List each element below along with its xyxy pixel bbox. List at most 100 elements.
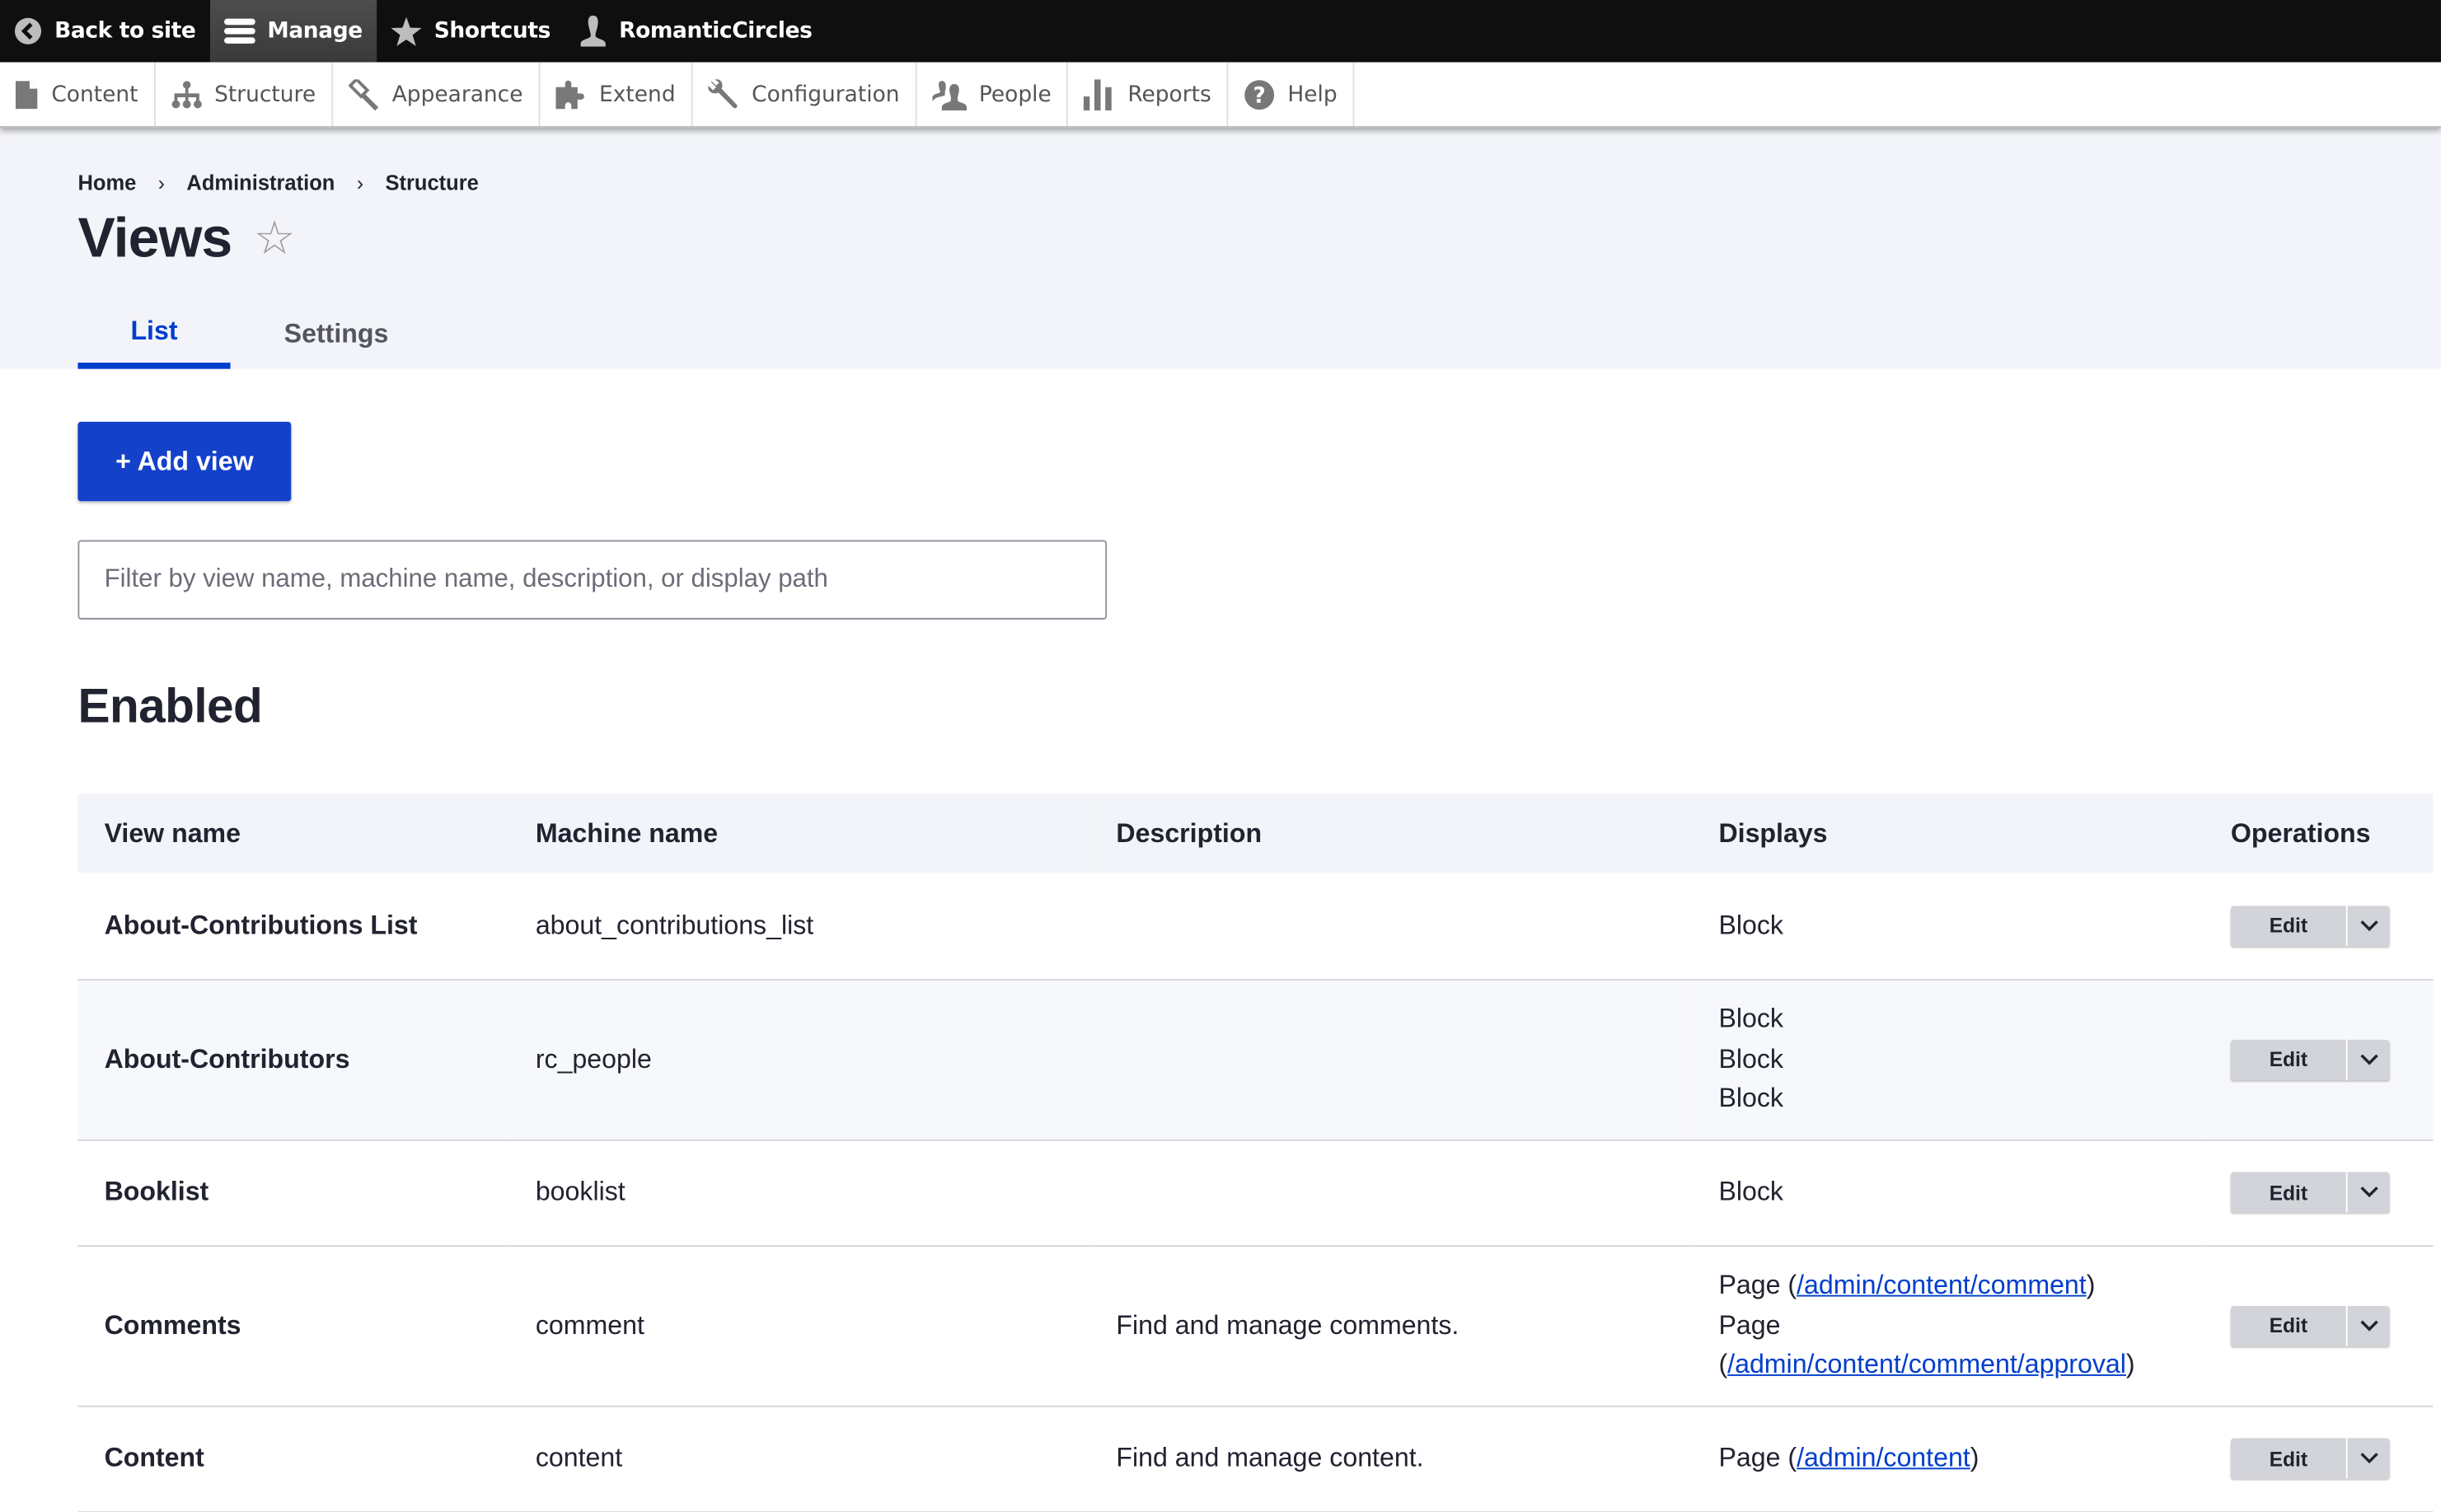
view-name: About-Contributors [77,979,509,1140]
machine-name: booklist [508,1139,1090,1247]
operations: Edit [2204,1139,2434,1247]
edit-button[interactable]: Edit [2231,1173,2348,1214]
local-tabs: List Settings [77,299,442,369]
tray-item-label: Appearance [391,82,523,107]
table-row: About-Contributors rc_people Block Block… [77,979,2434,1140]
tray-item-content[interactable]: Content [0,62,156,127]
chevron-down-icon [2359,1453,2378,1464]
display-type: Page [1718,1270,1781,1300]
page: Back to site Manage Shortcuts RomanticCi… [0,0,2441,1512]
sitemap-icon [171,80,202,108]
chevron-down-icon [2359,920,2378,932]
breadcrumb-separator: › [157,171,165,195]
tray-item-help[interactable]: ? Help [1229,62,1355,127]
chevron-down-icon [2359,1187,2378,1198]
table-row: Content content Find and manage content.… [77,1405,2434,1512]
description [1089,873,1693,981]
breadcrumb: Home › Administration › Structure [77,171,478,194]
operations-dropbutton: Edit [2230,906,2390,947]
operations-toggle[interactable] [2348,906,2390,947]
manage-label: Manage [267,18,363,44]
view-name: Comments [77,1245,509,1407]
machine-name: content [508,1405,1090,1512]
views-table: View name Machine name Description Displ… [77,793,2434,1512]
operations-dropbutton: Edit [2230,1439,2390,1480]
tray-item-configuration[interactable]: Configuration [692,62,917,127]
tab-settings[interactable]: Settings [231,299,443,369]
display-item: Block [1718,1004,1783,1034]
display-path-link[interactable]: /admin/content [1797,1444,1970,1473]
edit-button[interactable]: Edit [2231,906,2348,947]
help-circle-icon: ? [1244,79,1275,110]
view-name: About-Contributions List [77,873,509,981]
edit-button[interactable]: Edit [2231,1305,2348,1346]
back-to-site-label: Back to site [54,18,196,44]
tray-item-extend[interactable]: Extend [540,62,693,127]
description: Find and manage comments. [1089,1245,1693,1407]
puzzle-icon [555,79,584,109]
back-circle-icon [14,17,42,44]
column-header-machine-name: Machine name [508,793,1090,873]
breadcrumb-administration[interactable]: Administration [186,171,335,194]
operations-toggle[interactable] [2348,1040,2390,1080]
tray-item-reports[interactable]: Reports [1069,62,1229,127]
operations: Edit [2204,1245,2434,1407]
machine-name: about_contributions_list [508,873,1090,981]
tray-item-label: Structure [214,82,316,107]
user-tab[interactable]: RomanticCircles [565,0,827,63]
chevron-down-icon [2359,1320,2378,1332]
operations: Edit [2204,1405,2434,1512]
displays: Block [1692,873,2204,981]
operations-toggle[interactable] [2348,1173,2390,1213]
shortcuts-label: Shortcuts [433,18,551,44]
svg-text:?: ? [1253,82,1266,108]
display-item: Page (/admin/content) [1718,1443,1980,1473]
table-row: Comments comment Find and manage comment… [77,1245,2434,1407]
add-view-button[interactable]: + Add view [77,421,292,502]
display-item: Page (/admin/content/comment) [1718,1270,2096,1300]
display-path-link[interactable]: /admin/content/comment [1797,1271,2087,1300]
breadcrumb-structure[interactable]: Structure [385,171,478,194]
tray-item-appearance[interactable]: Appearance [333,62,541,127]
column-header-displays: Displays [1692,793,2204,873]
display-item: Block [1718,910,1783,940]
displays: Block Block Block [1692,979,2204,1140]
shortcuts-tab[interactable]: Shortcuts [377,0,565,63]
edit-button[interactable]: Edit [2231,1039,2348,1080]
edit-button[interactable]: Edit [2231,1439,2348,1480]
display-item: Block [1718,1177,1783,1207]
breadcrumb-separator: › [356,171,364,195]
view-name: Content [77,1405,509,1512]
tray-item-structure[interactable]: Structure [155,62,333,127]
file-icon [15,80,38,109]
back-to-site-link[interactable]: Back to site [0,0,209,63]
tray-item-label: Extend [599,82,676,107]
shortcut-star-icon[interactable]: ☆ [254,211,296,265]
displays: Page (/admin/content) [1692,1405,2204,1512]
people-icon [932,80,967,110]
tab-list[interactable]: List [77,299,231,369]
chevron-down-icon [2359,1054,2378,1065]
views-filter-input[interactable] [77,540,1108,620]
operations-dropbutton: Edit [2230,1305,2390,1346]
operations-toggle[interactable] [2348,1306,2390,1346]
tray-item-label: Configuration [752,82,900,107]
display-type: Page [1718,1443,1781,1473]
column-header-view-name: View name [77,793,509,873]
breadcrumb-home[interactable]: Home [77,171,136,194]
table-row: About-Contributions List about_contribut… [77,873,2434,981]
manage-tab[interactable]: Manage [209,0,377,63]
tray-item-people[interactable]: People [916,62,1069,127]
tray-item-label: Reports [1127,82,1211,107]
view-name: Booklist [77,1139,509,1247]
wrench-icon [708,78,738,108]
operations-dropbutton: Edit [2230,1173,2390,1214]
section-title-enabled: Enabled [77,678,263,733]
column-header-operations: Operations [2204,793,2434,873]
machine-name: comment [508,1245,1090,1407]
operations-toggle[interactable] [2348,1439,2390,1479]
hamburger-menu-icon [223,18,255,44]
operations-dropbutton: Edit [2230,1039,2390,1080]
bar-chart-icon [1084,78,1113,110]
display-path-link[interactable]: /admin/content/comment/approval [1727,1350,2126,1379]
